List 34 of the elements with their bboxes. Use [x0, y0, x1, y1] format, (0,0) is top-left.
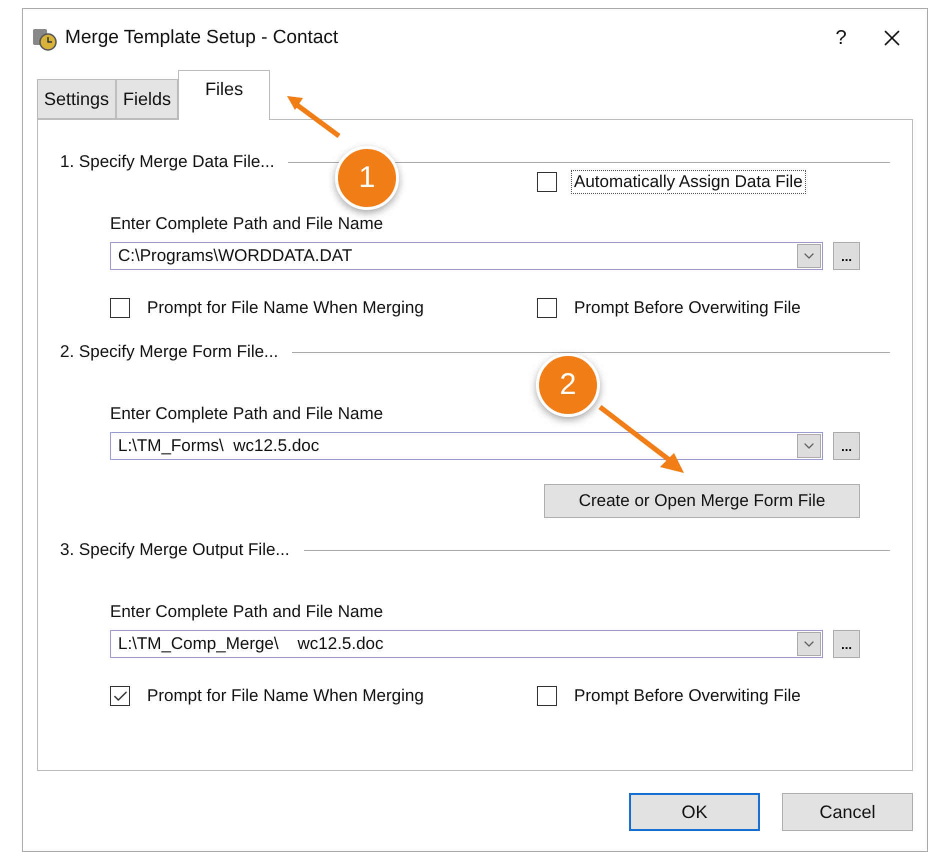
window-title: Merge Template Setup - Contact — [65, 27, 340, 49]
browse-button[interactable]: ... — [833, 432, 860, 460]
checkbox-label[interactable]: Prompt for File Name When Merging — [144, 296, 427, 320]
dialog-button[interactable]: OK — [629, 793, 760, 831]
checkbox-label[interactable]: Prompt Before Overwiting File — [571, 296, 804, 320]
field-label: Enter Complete Path and File Name — [110, 602, 384, 622]
checkbox[interactable] — [537, 686, 557, 706]
checkbox[interactable] — [110, 686, 130, 706]
tab[interactable]: Files — [178, 70, 270, 120]
checkbox-label[interactable]: Prompt Before Overwiting File — [571, 684, 804, 708]
path-combo-field[interactable]: L:\TM_Comp_Merge\ wc12.5.doc — [110, 630, 824, 658]
section-heading: 3. Specify Merge Output File... — [60, 540, 290, 560]
checkbox[interactable] — [110, 298, 130, 318]
field-label: Enter Complete Path and File Name — [110, 404, 384, 424]
browse-button[interactable]: ... — [833, 242, 860, 270]
dialog-button[interactable]: Cancel — [782, 793, 913, 831]
create-form-button[interactable]: Create or Open Merge Form File — [544, 484, 860, 518]
dropdown-button[interactable] — [797, 434, 822, 458]
section-heading: 2. Specify Merge Form File... — [60, 342, 278, 362]
checkbox-label[interactable]: Automatically Assign Data File — [571, 170, 806, 194]
dropdown-button[interactable] — [797, 244, 822, 268]
field-label: Enter Complete Path and File Name — [110, 214, 384, 234]
section-heading: 1. Specify Merge Data File... — [60, 152, 274, 172]
callout-arrow — [287, 96, 340, 138]
dropdown-button[interactable] — [797, 632, 822, 656]
tab[interactable]: Fields — [116, 79, 178, 119]
checkbox[interactable] — [537, 298, 557, 318]
browse-button[interactable]: ... — [833, 630, 860, 658]
tab[interactable]: Settings — [37, 79, 116, 119]
checkbox[interactable] — [537, 172, 557, 192]
help-button[interactable]: ? — [811, 26, 871, 50]
path-combo-field[interactable]: C:\Programs\WORDDATA.DAT — [110, 242, 824, 270]
path-combo-field[interactable]: L:\TM_Forms\ wc12.5.doc — [110, 432, 824, 460]
checkbox-label[interactable]: Prompt for File Name When Merging — [144, 684, 427, 708]
